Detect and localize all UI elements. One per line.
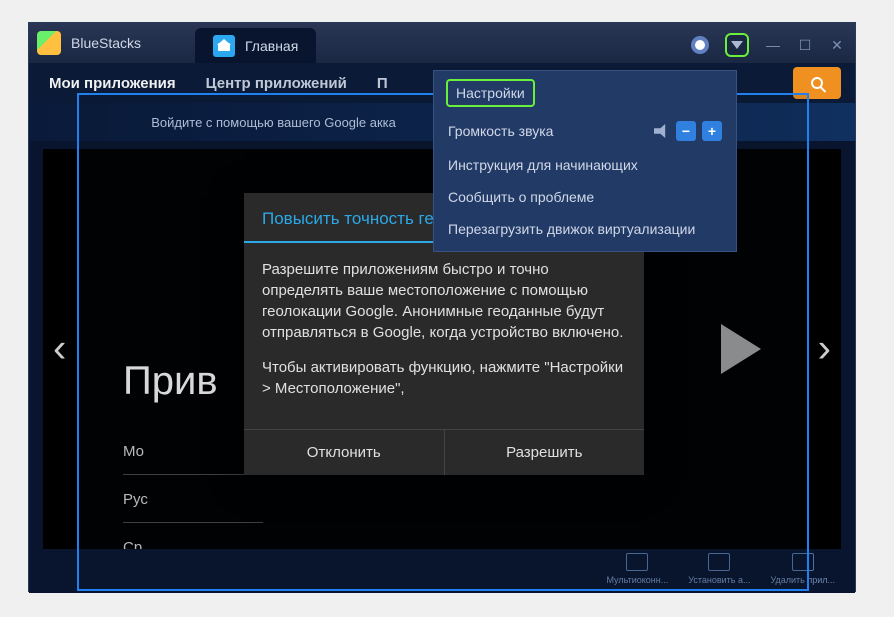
dialog-body: Разрешите приложениям быстро и точно опр… [244,243,644,429]
dialog-actions: Отклонить Разрешить [244,429,644,475]
tab-home[interactable]: Главная [195,28,316,63]
account-icon[interactable] [691,36,709,54]
menu-settings[interactable]: Настройки [446,79,535,107]
decline-button[interactable]: Отклонить [244,430,445,475]
bluestacks-logo-icon [37,31,61,55]
nav-help[interactable]: П [377,75,388,92]
carousel-prev-arrow[interactable]: ‹ [53,327,66,372]
nav-app-center[interactable]: Центр приложений [206,75,347,92]
dialog-body-1: Разрешите приложениям быстро и точно опр… [262,259,626,343]
carousel-next-arrow[interactable]: › [818,327,831,372]
titlebar: BlueStacks Главная — ☐ ✕ [29,23,855,63]
menu-volume-label: Громкость звука [448,123,553,139]
dropdown-toggle[interactable] [725,33,749,57]
tab-home-label: Главная [245,38,298,54]
allow-button[interactable]: Разрешить [445,430,645,475]
menu-volume[interactable]: Громкость звука − + [434,113,736,149]
search-icon [811,77,823,89]
speaker-icon[interactable] [654,124,670,138]
menu-report[interactable]: Сообщить о проблеме [434,181,736,213]
close-button[interactable]: ✕ [829,37,845,54]
bluestacks-window: BlueStacks Главная — ☐ ✕ Мои приложения … [28,22,856,592]
minimize-button[interactable]: — [765,37,781,53]
volume-controls: − + [654,121,722,141]
home-icon [213,35,235,57]
window-controls: — ☐ ✕ [691,33,845,57]
settings-dropdown: Настройки Громкость звука − + Инструкция… [433,70,737,252]
volume-up-button[interactable]: + [702,121,722,141]
chevron-down-icon [731,41,743,49]
app-title: BlueStacks [71,35,141,51]
volume-down-button[interactable]: − [676,121,696,141]
menu-tutorial[interactable]: Инструкция для начинающих [434,149,736,181]
maximize-button[interactable]: ☐ [797,37,813,54]
nav-my-apps[interactable]: Мои приложения [49,75,176,92]
menu-restart[interactable]: Перезагрузить движок виртуализации [434,213,736,245]
dialog-body-2: Чтобы активировать функцию, нажмите "Нас… [262,357,626,399]
